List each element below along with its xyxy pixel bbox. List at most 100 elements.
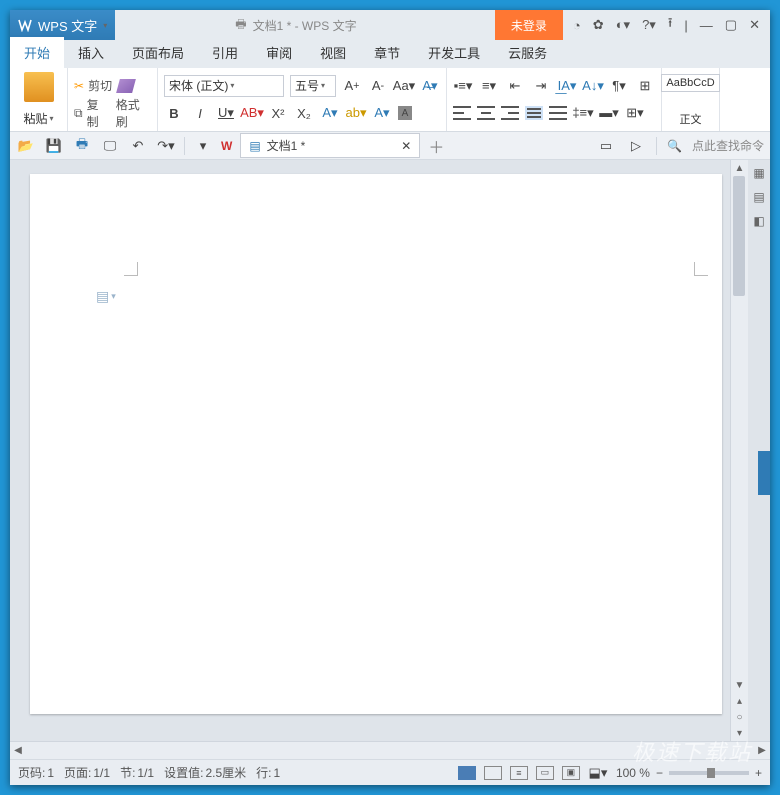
dec-indent-icon[interactable]: ⇤ [505,76,525,96]
scroll-right-icon[interactable]: ▶ [754,745,770,756]
close-icon[interactable]: ✕ [749,17,760,33]
login-button[interactable]: 未登录 [495,10,563,40]
superscript-icon[interactable]: X² [268,103,288,123]
page[interactable]: ▤▾ [30,174,722,714]
view-web-icon[interactable]: ≡ [510,766,528,780]
tab-insert[interactable]: 插入 [64,37,118,68]
align-distribute-icon[interactable] [549,106,567,120]
tab-dev[interactable]: 开发工具 [414,37,494,68]
italic-icon[interactable]: I [190,103,210,123]
shrink-font-icon[interactable]: A- [368,76,388,96]
shading-icon[interactable]: ▬▾ [599,103,619,123]
scroll-up-icon[interactable]: ▲ [735,160,745,176]
paste-icon[interactable] [24,72,54,102]
open-icon[interactable]: 📂 [16,136,36,156]
new-tab-icon[interactable]: ＋ [428,134,444,158]
change-case-icon[interactable]: Aa▾ [394,76,414,96]
style-preview[interactable]: AaBbCcD [661,74,719,92]
view-page-icon[interactable] [458,766,476,780]
scroll-thumb[interactable] [733,176,745,296]
copy-button[interactable]: ⧉复制 [74,96,110,130]
dropdown-icon[interactable]: ▾ [193,136,213,156]
font-color-icon[interactable]: A▾ [320,103,340,123]
tab-close-icon[interactable]: ✕ [401,139,411,153]
screen-icon[interactable]: ▭ [596,136,616,156]
wps-home-icon[interactable]: W [221,139,232,153]
zoom-in-icon[interactable]: + [755,766,762,780]
task-pane-icon[interactable]: ▦ [750,164,768,182]
subscript-icon[interactable]: X₂ [294,103,314,123]
tab-cloud[interactable]: 云服务 [494,37,561,68]
skin-icon[interactable]: ◐▾ [616,17,630,33]
font-size-select[interactable]: 五号▾ [290,75,336,97]
rail-tool-3-icon[interactable]: ◧ [750,212,768,230]
highlight-icon[interactable]: ab▾ [346,103,366,123]
print-icon[interactable]: 🖶 [72,136,92,156]
vertical-scrollbar[interactable]: ▲ ▼ ▴ ○ ▾ [730,160,748,741]
status-page-no[interactable]: 页码: 1 [18,764,54,781]
zoom-thumb[interactable] [707,768,715,778]
redo-icon[interactable]: ↷▾ [156,136,176,156]
view-outline-icon[interactable] [484,766,502,780]
zoom-value[interactable]: 100 % [616,766,650,780]
align-justify-icon[interactable] [525,106,543,120]
print-preview-icon[interactable]: 🖵 [100,136,120,156]
cut-button[interactable]: ✂剪切 [74,77,112,94]
undo-icon[interactable]: ↶ [128,136,148,156]
view-read-icon[interactable]: ▭ [536,766,554,780]
tab-view[interactable]: 视图 [306,37,360,68]
tab-review[interactable]: 审阅 [252,37,306,68]
tab-chapter[interactable]: 章节 [360,37,414,68]
bullets-icon[interactable]: ▪≡▾ [453,76,473,96]
smart-tag-icon[interactable]: ▤▾ [96,288,116,305]
bold-icon[interactable]: B [164,103,184,123]
tab-ref[interactable]: 引用 [198,37,252,68]
help-icon[interactable]: ?▾ [642,17,656,33]
horizontal-scrollbar[interactable]: ◀ ▶ [10,741,770,759]
format-painter-button[interactable]: 格式刷 [116,96,151,130]
text-direction-icon[interactable]: I͟A▾ [557,76,577,96]
tab-layout[interactable]: 页面布局 [118,37,198,68]
upload-icon[interactable]: ⭱ [668,14,673,36]
align-center-icon[interactable] [477,106,495,120]
borders-icon[interactable]: ⊞ [635,76,655,96]
char-border-icon[interactable]: A▾ [372,103,392,123]
clear-format-icon[interactable]: A̶▾ [420,76,440,96]
view-fullscreen-icon[interactable]: ▣ [562,766,580,780]
page-viewport[interactable]: ▤▾ [10,160,730,741]
view-settings-icon[interactable]: ⬓▾ [588,763,608,783]
circle-icon[interactable]: ◔ [573,18,581,33]
paste-button[interactable]: 粘贴▾ [23,110,53,127]
browse-object-icon[interactable]: ○ [736,709,742,725]
app-menu-dropdown-icon[interactable]: ▾ [103,21,107,30]
prev-page-icon[interactable]: ▴ [737,693,742,709]
maximize-icon[interactable]: ▢ [725,17,737,33]
show-marks-icon[interactable]: ¶▾ [609,76,629,96]
status-pages[interactable]: 页面: 1/1 [64,764,110,781]
search-icon[interactable]: 🔍 [667,139,682,153]
next-page-icon[interactable]: ▾ [737,725,742,741]
border-icon[interactable]: ⊞▾ [625,103,645,123]
minimize-icon[interactable]: — [700,18,713,33]
scroll-down-icon[interactable]: ▼ [735,677,745,693]
rail-tool-2-icon[interactable]: ▤ [750,188,768,206]
side-panel-grab[interactable] [758,451,770,495]
document-tab[interactable]: ▤ 文档1 * ✕ [240,133,420,158]
align-left-icon[interactable] [453,106,471,120]
scroll-track[interactable] [731,176,748,677]
search-command[interactable]: 点此查找命令 [692,137,764,154]
zoom-out-icon[interactable]: − [656,766,663,780]
zoom-slider[interactable] [669,771,749,775]
status-setval[interactable]: 设置值: 2.5厘米 [164,764,246,781]
gear-icon[interactable]: ✿ [593,17,604,33]
align-right-icon[interactable] [501,106,519,120]
numbering-icon[interactable]: ≡▾ [479,76,499,96]
font-name-select[interactable]: 宋体 (正文)▾ [164,75,284,97]
strikethrough-icon[interactable]: AB▾ [242,103,262,123]
status-line[interactable]: 行: 1 [256,764,280,781]
status-section[interactable]: 节: 1/1 [120,764,154,781]
save-icon[interactable]: 💾 [44,136,64,156]
hscroll-track[interactable] [26,742,754,759]
underline-icon[interactable]: U▾ [216,103,236,123]
line-spacing-icon[interactable]: ‡≡▾ [573,103,593,123]
